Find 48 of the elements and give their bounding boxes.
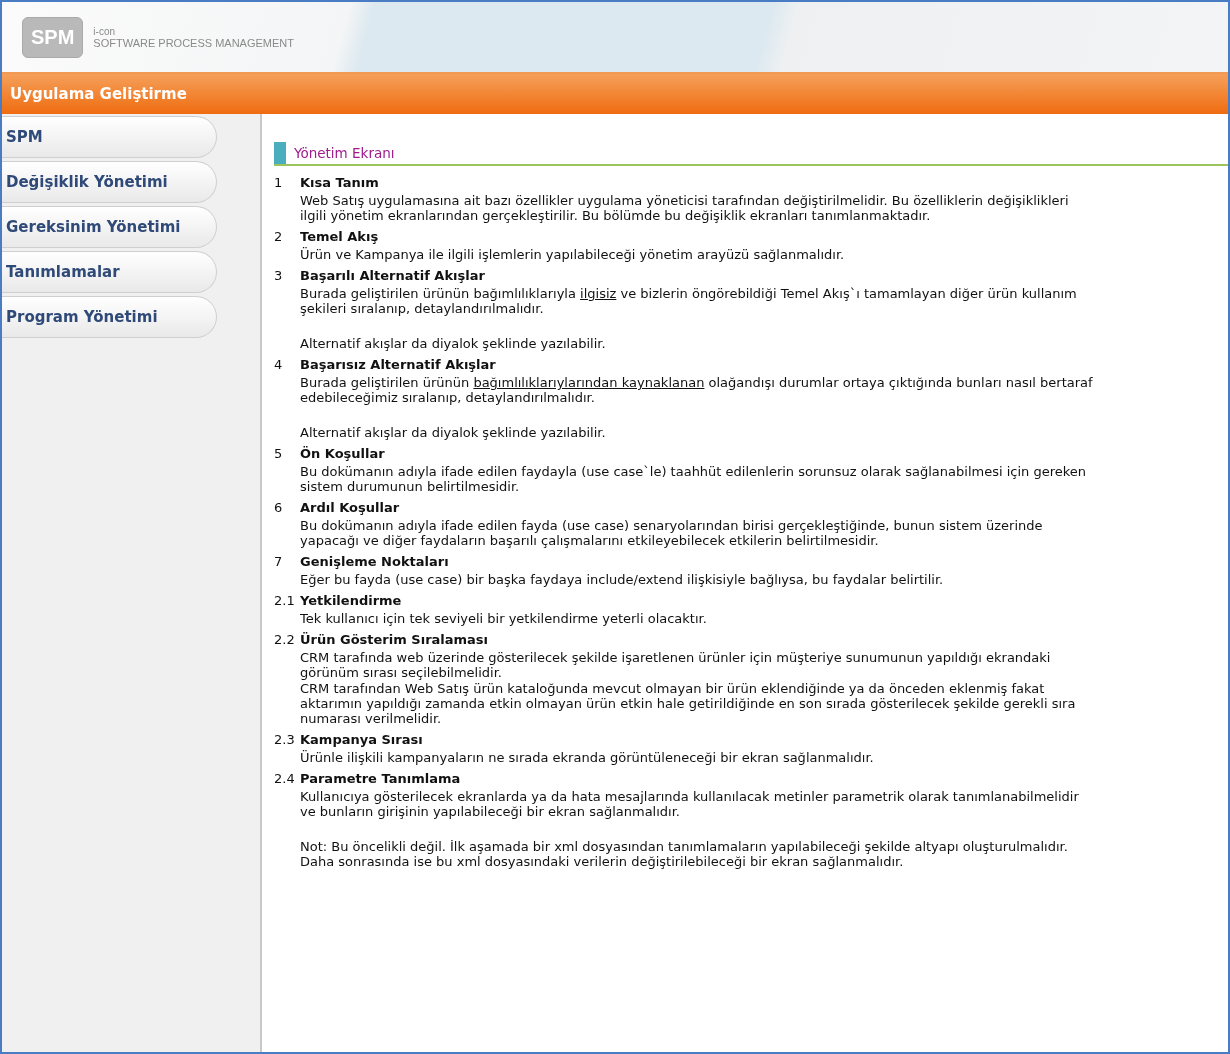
app-title: Uygulama Geliştirme bbox=[10, 85, 187, 103]
paragraph: Ürünle ilişkili kampanyaların ne sırada ekranda görüntüleneceği bir ekran sağlanmalıdır. bbox=[300, 749, 875, 765]
section-number: 1 bbox=[274, 174, 284, 190]
section-number: 2.1 bbox=[274, 592, 296, 608]
section-title: Parametre Tanımlama bbox=[300, 770, 461, 786]
sidebar-item[interactable]: SPM bbox=[2, 116, 217, 158]
logo: SPM bbox=[22, 16, 84, 58]
section-number: 2.2 bbox=[274, 631, 296, 647]
paragraph: Not: Bu öncelikli değil. İlk aşamada bir xml dosyasından tanımlamaların yapılabileceği şekilde altyapı oluşturulmalıdır. Daha sonrasında ise bu xml dosyasındaki verilerin değiştirilebileceği bir ekran sağlanmalıdır. bbox=[300, 838, 1069, 869]
section-number: 4 bbox=[274, 356, 284, 372]
section-title: Yetkilendirme bbox=[300, 592, 402, 608]
heading-marker-icon bbox=[274, 142, 286, 164]
sidebar-item[interactable]: Değişiklik Yönetimi bbox=[2, 161, 217, 203]
paragraph: Kullanıcıya gösterilecek ekranlarda ya da hata mesajlarında kullanılacak metinler parametrik olarak tanımlanabilmelidir ve bunların girişinin yapılabileceği bir ekran sağlanmalıdır. bbox=[300, 788, 1080, 819]
section-number: 5 bbox=[274, 445, 284, 461]
section-title: Başarılı Alternatif Akışlar bbox=[300, 267, 485, 283]
section-title: Genişleme Noktaları bbox=[300, 553, 449, 569]
sidebar-item[interactable]: Tanımlamalar bbox=[2, 251, 217, 293]
paragraph: Burada geliştirilen ürünün bağımlılıklarıyla ilgisiz ve bizlerin öngörebildiği Temel Akış`ı tamamlayan diğer ürün kullanım şekileri sıralanıp, detaylandırılmalıdır. bbox=[300, 285, 1078, 316]
paragraph: Burada geliştirilen ürünün bağımlılıklarıylarından kaynaklanan olağandışı durumlar ortaya çıktığında bunları nasıl bertaraf edebileceğimiz sıralanıp, detaylandırılmalıdır. bbox=[300, 374, 1094, 405]
paragraph: Bu dokümanın adıyla ifade edilen fayda (use case) senaryolarından birisi gerçekleştiğinde, bunun sistem üzerinde yapacağı ve diğer faydaların başarılı çalışmalarını etkileyebilecek etkilerin belirtilmesidir. bbox=[300, 517, 1044, 548]
section-number: 3 bbox=[274, 267, 284, 283]
paragraph: Ürün ve Kampanya ile ilgili işlemlerin yapılabileceği yönetim arayüzü sağlanmalıdır. bbox=[300, 246, 846, 262]
section-number: 2 bbox=[274, 228, 284, 244]
paragraph: Eğer bu fayda (use case) bir başka faydaya include/extend ilişkisiyle bağlıysa, bu faydalar belirtilir. bbox=[300, 571, 945, 587]
company-name: i-con bbox=[93, 25, 117, 37]
paragraph: Alternatif akışlar da diyalok şeklinde yazılabilir. bbox=[300, 424, 607, 440]
section-number: 7 bbox=[274, 553, 284, 569]
section-title: Ardıl Koşullar bbox=[300, 499, 400, 515]
section-title: Ön Koşullar bbox=[300, 445, 385, 461]
section-title: Ürün Gösterim Sıralaması bbox=[300, 631, 489, 647]
sidebar-item[interactable]: Program Yönetimi bbox=[2, 296, 217, 338]
section-title: Başarısız Alternatif Akışlar bbox=[300, 356, 496, 372]
sidebar-item[interactable]: Gereksinim Yönetimi bbox=[2, 206, 217, 248]
paragraph: Web Satış uygulamasına ait bazı özellikler uygulama yöneticisi tarafından değiştirilmelidir. Bu özelliklerin değişiklikleri ilgili yönetim ekranlarından gerçekleştirilir. Bu bölümde bu değişiklik ekranları tanımlanmaktadır. bbox=[300, 192, 1070, 223]
section-number: 2.4 bbox=[274, 770, 296, 786]
paragraph: Bu dokümanın adıyla ifade edilen faydayla (use case`le) taahhüt edilenlerin sorunsuz olarak sağlanabilmesi için gereken sistem durumunun belirtilmesidir. bbox=[300, 463, 1088, 494]
paragraph: Tek kullanıcı için tek seviyeli bir yetkilendirme yeterli olacaktır. bbox=[300, 610, 708, 626]
section-title: Kısa Tanım bbox=[300, 174, 379, 190]
section-number: 2.3 bbox=[274, 731, 296, 747]
section-number: 6 bbox=[274, 499, 284, 515]
paragraph: Alternatif akışlar da diyalok şeklinde yazılabilir. bbox=[300, 335, 607, 351]
section-title: Temel Akış bbox=[300, 228, 379, 244]
paragraph: CRM tarafından Web Satış ürün kataloğunda mevcut olmayan bir ürün eklendiğinde ya da önceden eklenmiş fakat aktarımın yapıldığı zamanda etkin olmayan ürün etkin hale getirildiğinde en son sırada gösterilecek şekilde gerekli sıra numarası verilmelidir. bbox=[300, 680, 1077, 726]
heading-text: Yönetim Ekranı bbox=[294, 144, 395, 163]
section-title: Kampanya Sırası bbox=[300, 731, 423, 747]
tagline: SOFTWARE PROCESS MANAGEMENT bbox=[93, 36, 294, 49]
paragraph: CRM tarafında web üzerinde gösterilecek şekilde işaretlenen ürünler için müşteriye sunumunun yapıldığı ekrandaki görünüm sırası seçilebilmelidir. bbox=[300, 649, 1052, 680]
